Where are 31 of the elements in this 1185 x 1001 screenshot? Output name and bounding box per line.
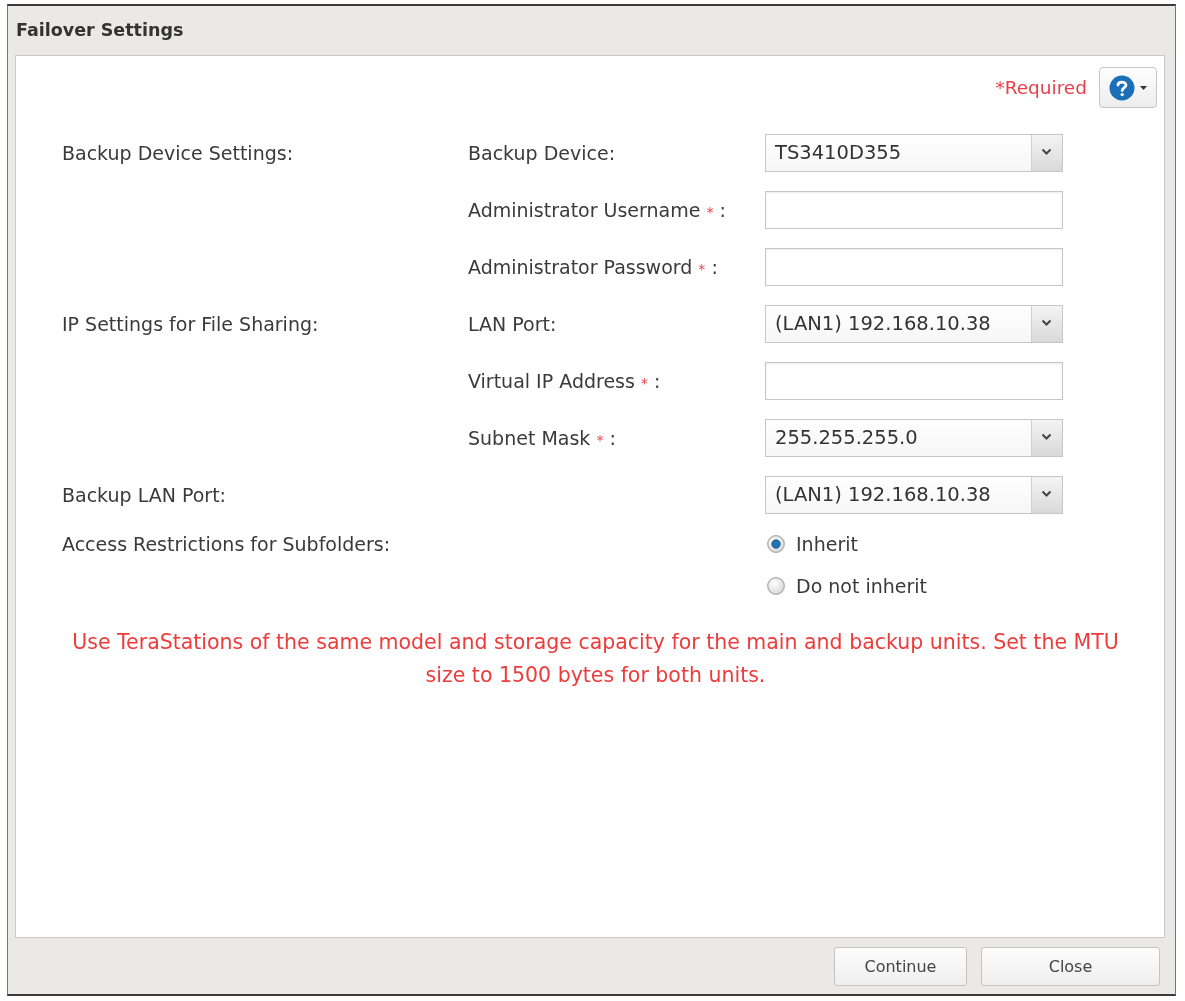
chevron-down-icon <box>1031 476 1062 513</box>
text-field[interactable] <box>765 361 1063 400</box>
chevron-down-icon <box>1031 305 1062 342</box>
field-label: Subnet Mask * : <box>468 426 616 449</box>
section-label: IP Settings for File Sharing: <box>62 312 319 335</box>
chevron-down-icon <box>1031 134 1062 171</box>
window-title: Failover Settings <box>16 20 184 40</box>
field-label: Virtual IP Address * : <box>468 369 661 392</box>
help-icon <box>1109 74 1135 101</box>
dropdown[interactable]: 255.255.255.0 <box>765 418 1063 457</box>
field-label: Administrator Password * : <box>468 255 718 278</box>
required-note: *Required <box>995 77 1087 98</box>
close-button[interactable]: Close <box>981 946 1160 986</box>
continue-button[interactable]: Continue <box>834 946 967 986</box>
dropdown[interactable]: TS3410D355 <box>765 133 1063 172</box>
section-label: Backup LAN Port: <box>62 483 227 506</box>
field-label: Backup Device: <box>468 141 616 164</box>
notice-text: Use TeraStations of the same model and storage capacity for the main and backup units. Set the MTU size to 1500 bytes for both units. <box>71 629 1120 689</box>
text-field[interactable] <box>765 247 1063 286</box>
radio-option[interactable]: Inherit <box>767 523 928 565</box>
section-label: Access Restrictions for Subfolders: <box>62 533 391 555</box>
dropdown[interactable]: (LAN1) 192.168.10.38 <box>765 475 1063 514</box>
chevron-down-icon <box>1031 419 1062 456</box>
help-button[interactable] <box>1099 67 1157 108</box>
dropdown[interactable]: (LAN1) 192.168.10.38 <box>765 304 1063 343</box>
caret-icon <box>1140 85 1147 90</box>
radio-option[interactable]: Do not inherit <box>767 565 928 607</box>
field-label: LAN Port: <box>468 312 557 335</box>
field-label: Administrator Username * : <box>468 198 726 221</box>
section-label: Backup Device Settings: <box>62 141 294 164</box>
text-field[interactable] <box>765 190 1063 229</box>
